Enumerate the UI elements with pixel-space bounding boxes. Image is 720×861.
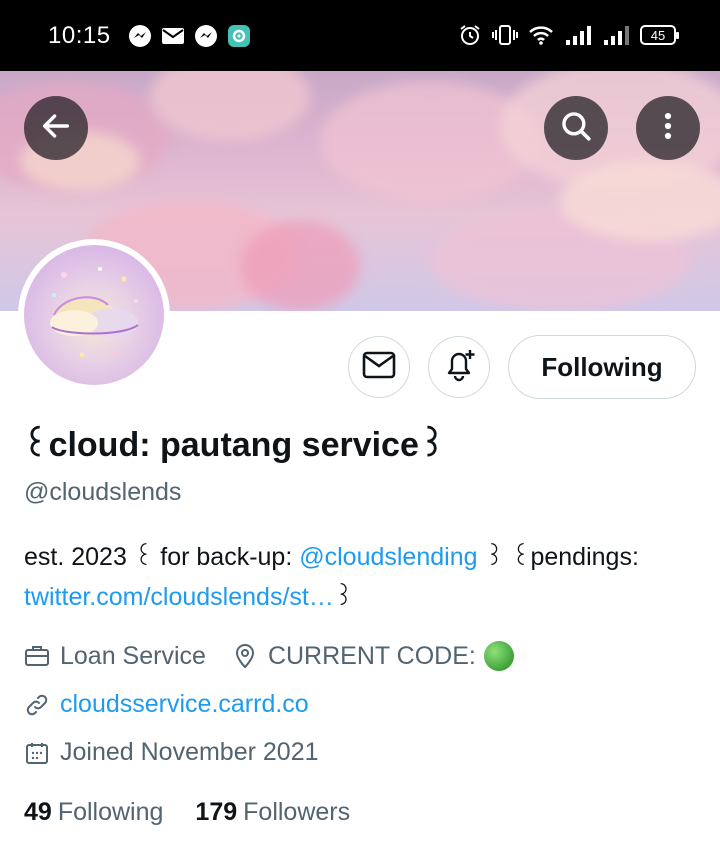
profile-location: CURRENT CODE: <box>267 641 476 670</box>
bio-text: ꒱ <box>333 583 354 611</box>
signal-icon <box>564 22 592 48</box>
briefcase-icon <box>24 643 50 669</box>
alarm-icon <box>458 22 482 48</box>
mail-icon <box>362 351 396 384</box>
profile-category: Loan Service <box>60 641 206 670</box>
status-time: 10:15 <box>48 22 111 49</box>
bio-text: est. 2023 ꒰ for back-up: <box>24 543 300 571</box>
following-count: 49 <box>24 798 52 826</box>
bio-mention-link[interactable]: @cloudslending <box>299 543 477 571</box>
messenger-icon <box>194 24 218 48</box>
following-count-link[interactable]: 49 Following <box>24 798 163 827</box>
battery-indicator: 45 <box>640 25 679 45</box>
profile-name: ꒰cloud: pautang service꒱ <box>22 426 446 464</box>
profile-avatar[interactable] <box>18 239 170 391</box>
search-icon <box>559 109 593 148</box>
vibrate-icon <box>492 22 518 48</box>
location-pin-icon <box>232 643 258 669</box>
profile-joined-date: Joined November 2021 <box>60 738 319 766</box>
bio-text: ꒱ ꒰pendings: <box>477 543 639 571</box>
status-bar: 10:15 45 <box>0 0 720 71</box>
profile-meta-category-location: Loan Service CURRENT CODE: <box>24 641 514 671</box>
message-button[interactable] <box>348 336 410 398</box>
profile-meta-website: cloudsservice.carrd.co <box>24 690 309 719</box>
search-button[interactable] <box>544 96 608 160</box>
avatar-image <box>24 245 164 385</box>
bio-url-link[interactable]: twitter.com/cloudslends/st… <box>24 583 334 611</box>
followers-count-link[interactable]: 179 Followers <box>195 798 350 827</box>
profile-stats: 49 Following 179 Followers <box>24 798 350 827</box>
followers-count: 179 <box>195 798 238 826</box>
system-status-icons: 45 <box>458 22 679 48</box>
mail-icon <box>161 24 185 48</box>
back-arrow-icon <box>39 109 73 148</box>
green-circle-emoji <box>483 641 514 671</box>
followers-label: Followers <box>243 798 351 826</box>
more-button[interactable] <box>636 96 700 160</box>
more-vertical-icon <box>651 109 685 148</box>
profile-website-link[interactable]: cloudsservice.carrd.co <box>60 690 309 719</box>
signal-icon <box>602 22 630 48</box>
link-icon <box>24 692 50 718</box>
wifi-icon <box>528 22 554 48</box>
bell-plus-icon <box>441 347 477 388</box>
profile-meta-joined: Joined November 2021 <box>24 738 319 767</box>
notify-button[interactable] <box>428 336 490 398</box>
following-button[interactable]: Following <box>508 335 696 399</box>
messenger-icon <box>128 24 152 48</box>
calendar-icon <box>24 740 50 766</box>
following-label: Following <box>57 798 164 826</box>
profile-handle: @cloudslends <box>24 478 182 506</box>
app-icon <box>227 24 251 48</box>
profile-bio: est. 2023 ꒰ for back-up: @cloudslending … <box>24 537 704 617</box>
back-button[interactable] <box>24 96 88 160</box>
notification-icons <box>128 24 251 48</box>
